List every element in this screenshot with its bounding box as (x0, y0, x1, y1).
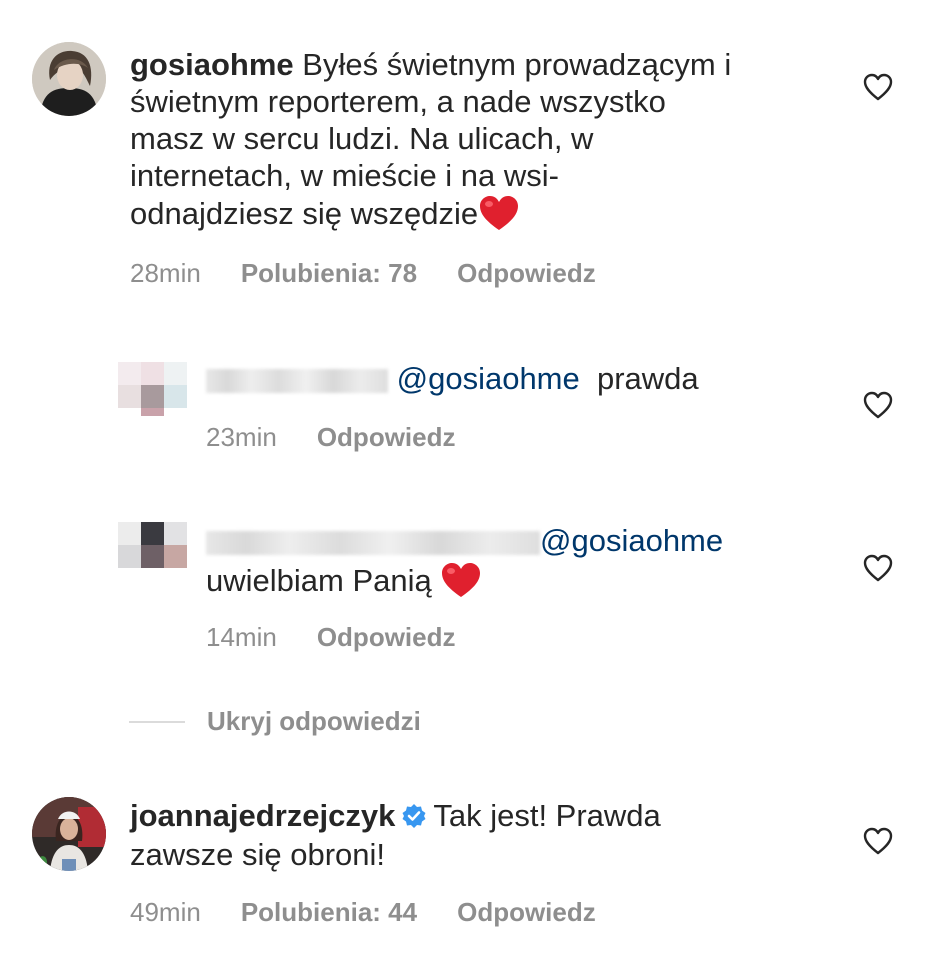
hide-replies-divider (129, 720, 185, 723)
comment-text: prawda (596, 361, 699, 396)
mention-link[interactable]: @gosiaohme (397, 361, 580, 396)
comment-body-reply-1: @gosiaohme prawda (206, 360, 699, 397)
comment-body-reply-2: @gosiaohme uwielbiam Panią (206, 522, 826, 599)
comment-text-line: internetach, w mieście i na wsi- (130, 158, 559, 193)
avatar-joannajedrzejczyk[interactable] (32, 797, 106, 871)
like-heart-icon[interactable] (863, 827, 893, 855)
comment-text-line: świetnym reporterem, a nade wszystko (130, 84, 666, 119)
reply-button[interactable]: Odpowiedz (317, 422, 456, 453)
comment-text: uwielbiam Panią (206, 563, 432, 598)
like-heart-icon[interactable] (863, 554, 893, 582)
comment-text-line: masz w sercu ludzi. Na ulicach, w (130, 121, 594, 156)
comment-time: 23min (206, 422, 277, 452)
comment-time: 28min (130, 258, 201, 288)
hide-replies-label[interactable]: Ukryj odpowiedzi (207, 706, 421, 737)
avatar-joannajedrzejczyk-image (32, 797, 106, 871)
reply-button[interactable]: Odpowiedz (457, 897, 596, 928)
comment-text-line: Tak jest! Prawda (433, 798, 661, 833)
verified-badge-icon (402, 804, 426, 828)
red-heart-emoji (480, 196, 519, 230)
comment-likes-count[interactable]: Polubienia: 78 (241, 258, 417, 289)
reply-button[interactable]: Odpowiedz (457, 258, 596, 289)
avatar-reply-2[interactable] (118, 522, 188, 574)
comment-username[interactable]: gosiaohme (130, 47, 294, 82)
comment-body-joannajedrzejczyk: joannajedrzejczyk Tak jest! Prawda zawsze… (130, 797, 830, 873)
comment-body-gosiaohme: gosiaohme Byłeś świetnym prowadzącym i ś… (130, 46, 830, 232)
comment-text-line: Byłeś świetnym prowadzącym i (302, 47, 732, 82)
blurred-username (206, 368, 388, 393)
avatar-gosiaohme[interactable] (32, 42, 106, 116)
comment-username[interactable]: joannajedrzejczyk (130, 798, 395, 833)
comment-meta-reply-1: 23min Odpowiedz (206, 422, 496, 453)
comment-text-line: zawsze się obroni! (130, 837, 386, 872)
comment-likes-count[interactable]: Polubienia: 44 (241, 897, 417, 928)
like-heart-icon[interactable] (863, 73, 893, 101)
avatar-reply-1[interactable] (118, 362, 188, 416)
comment-meta-joannajedrzejczyk: 49min Polubienia: 44 Odpowiedz (130, 897, 636, 928)
comment-time: 49min (130, 897, 201, 927)
mention-link[interactable]: @gosiaohme (540, 523, 723, 558)
comment-time: 14min (206, 622, 277, 652)
like-heart-icon[interactable] (863, 391, 893, 419)
comment-meta-gosiaohme: 28min Polubienia: 78 Odpowiedz (130, 258, 636, 289)
reply-button[interactable]: Odpowiedz (317, 622, 456, 653)
comment-text-line: odnajdziesz się wszędzie (130, 196, 479, 231)
red-heart-emoji (442, 563, 481, 597)
avatar-gosiaohme-image (32, 42, 106, 116)
comment-meta-reply-2: 14min Odpowiedz (206, 622, 496, 653)
blurred-username (206, 530, 540, 555)
hide-replies-toggle[interactable]: Ukryj odpowiedzi (129, 706, 421, 737)
